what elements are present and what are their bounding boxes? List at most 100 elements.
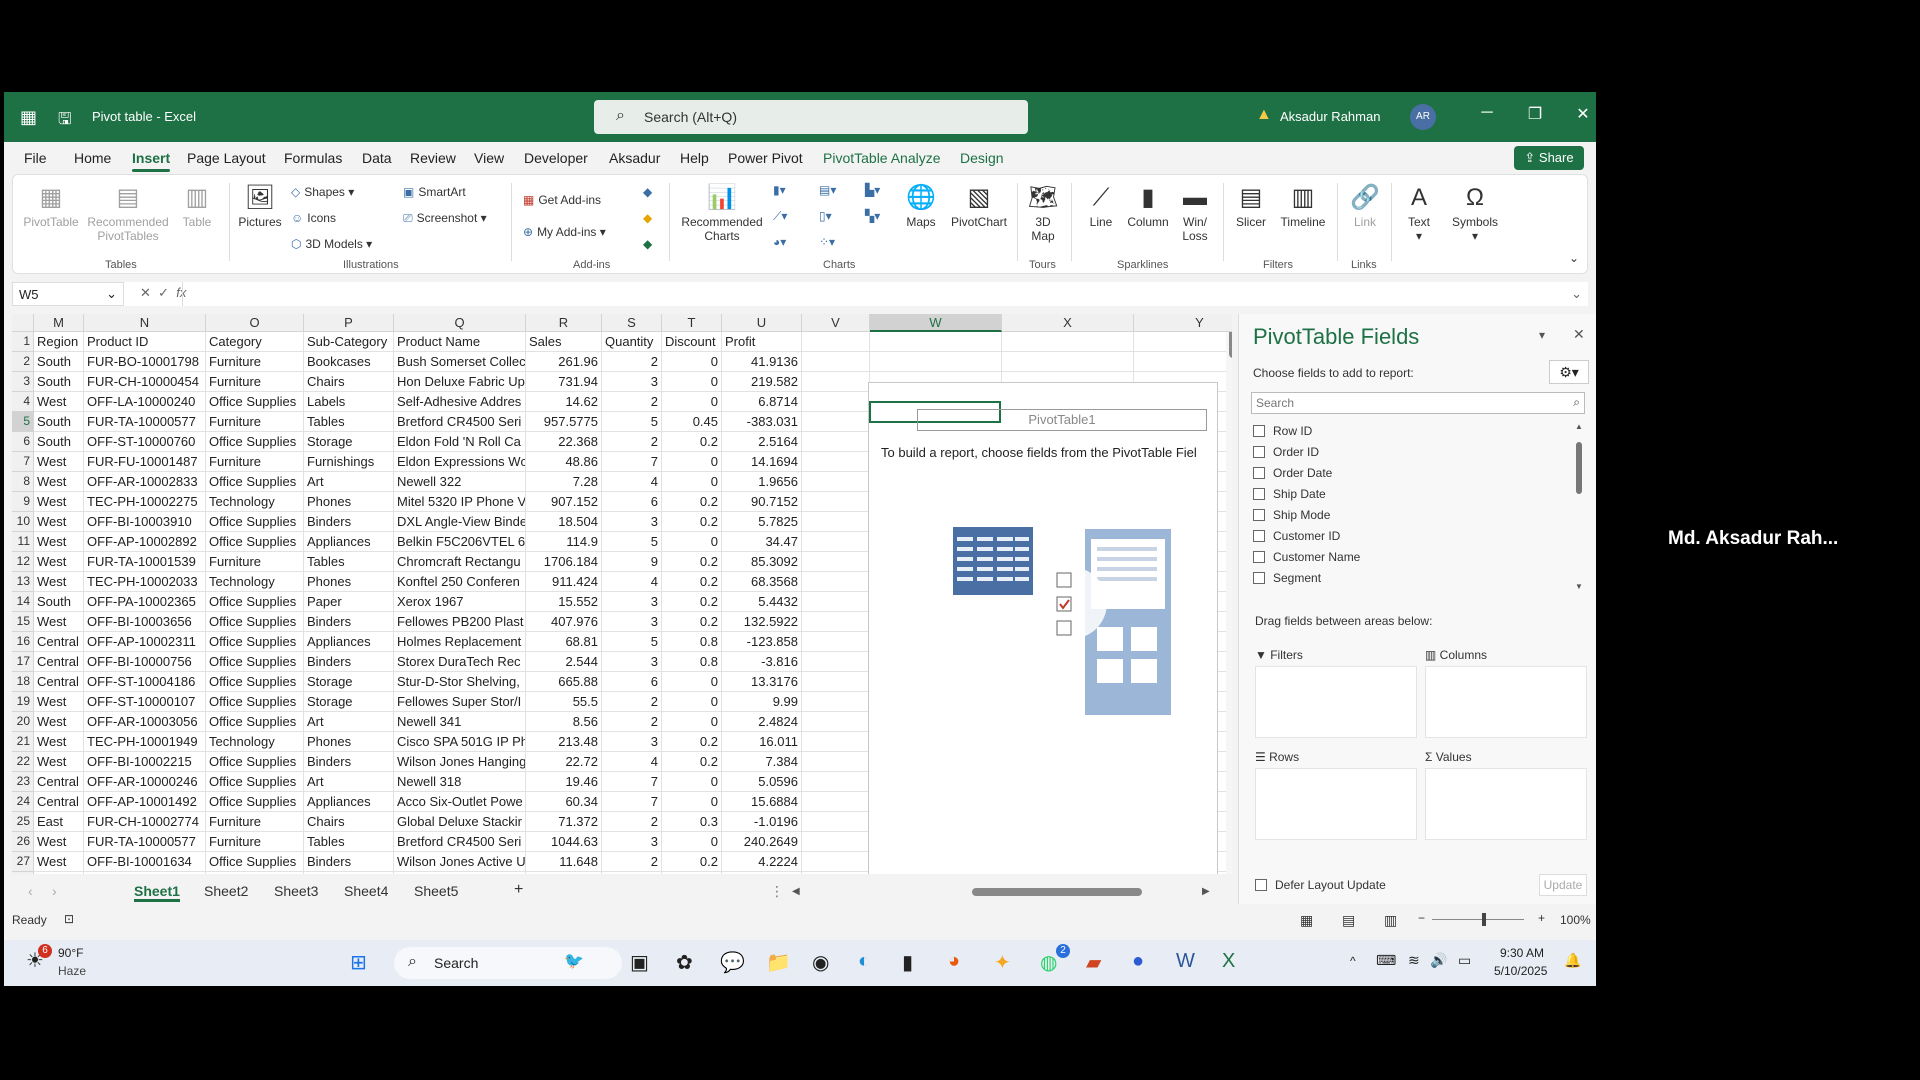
close-icon[interactable]: ✕ [1568,104,1596,124]
bar-chart-icon[interactable]: ▯▾ [819,209,836,223]
table-cell[interactable]: Appliances [304,532,394,552]
table-cell[interactable]: OFF-AP-10001492 [84,792,206,812]
sparkline-column-button[interactable]: ▮ Column [1123,183,1173,229]
table-cell[interactable]: FUR-TA-10001539 [84,552,206,572]
row-header[interactable]: 22 [12,752,34,772]
column-header[interactable]: Y [1134,314,1232,332]
scroll-right-icon[interactable]: ▶ [1202,886,1210,897]
table-cell[interactable]: OFF-AR-10000246 [84,772,206,792]
table-cell[interactable]: Eldon Fold 'N Roll Ca [394,432,526,452]
table-cell[interactable]: Technology [206,492,304,512]
field-search-input[interactable]: Search ⌕ [1251,392,1585,414]
table-cell[interactable] [722,872,802,874]
table-cell[interactable]: West [34,692,84,712]
table-cell[interactable] [802,512,870,532]
next-sheet-icon[interactable]: › [52,883,57,899]
table-cell[interactable]: Central [34,792,84,812]
restore-icon[interactable]: ❐ [1520,104,1550,124]
pivotchart-button[interactable]: ▧ PivotChart [947,183,1011,229]
table-cell[interactable]: 0.2 [662,592,722,612]
table-cell[interactable]: FUR-TA-10000577 [84,412,206,432]
table-cell[interactable] [1002,352,1134,372]
table-cell[interactable]: 2 [602,812,662,832]
table-cell[interactable]: Quantity [602,332,662,352]
table-cell[interactable]: Furniture [206,412,304,432]
normal-view-icon[interactable]: ▦ [1300,912,1313,929]
powerpoint-icon[interactable]: ▰ [1086,950,1101,975]
table-cell[interactable]: 0.2 [662,612,722,632]
table-cell[interactable]: West [34,832,84,852]
table-cell[interactable]: 5 [602,532,662,552]
clock-time[interactable]: 9:30 AM [1500,946,1544,960]
table-cell[interactable]: Phones [304,572,394,592]
table-cell[interactable] [1134,352,1232,372]
tab-split-icon[interactable]: ⋮ [770,883,784,900]
table-cell[interactable]: Office Supplies [206,512,304,532]
table-cell[interactable] [802,752,870,772]
filters-drop-area[interactable] [1255,666,1417,738]
table-cell[interactable]: Region [34,332,84,352]
table-cell[interactable]: West [34,752,84,772]
field-item[interactable]: Row ID [1253,424,1312,438]
table-cell[interactable]: OFF-BI-10003910 [84,512,206,532]
table-cell[interactable]: 261.96 [526,352,602,372]
collapse-ribbon-icon[interactable]: ⌄ [1569,251,1579,265]
sheet-tab-5[interactable]: Sheet5 [414,883,458,899]
table-cell[interactable]: Newell 322 [394,472,526,492]
firefox-icon[interactable]: ◕ [948,950,960,973]
table-cell[interactable] [602,872,662,874]
table-cell[interactable]: OFF-AP-10002311 [84,632,206,652]
table-cell[interactable]: Phones [304,492,394,512]
table-cell[interactable]: 731.94 [526,372,602,392]
panel-options-icon[interactable]: ▾ [1539,328,1545,342]
table-cell[interactable]: 4 [602,572,662,592]
columns-drop-area[interactable] [1425,666,1587,738]
table-cell[interactable] [870,332,1002,352]
table-cell[interactable]: 0.8 [662,632,722,652]
tab-review[interactable]: Review [410,150,456,166]
table-cell[interactable]: West [34,392,84,412]
table-cell[interactable] [802,672,870,692]
text-button[interactable]: A Text ▾ [1397,183,1441,243]
table-cell[interactable]: 0.2 [662,512,722,532]
table-cell[interactable]: Hon Deluxe Fabric Up [394,372,526,392]
accessibility-icon[interactable]: ⊡ [64,912,74,926]
tab-insert[interactable]: Insert [132,150,171,172]
table-cell[interactable] [394,872,526,874]
power-bi-icon[interactable]: ▮ [902,950,913,975]
table-cell[interactable]: Office Supplies [206,532,304,552]
table-cell[interactable]: 6 [602,672,662,692]
table-cell[interactable]: Storage [304,672,394,692]
table-cell[interactable]: 11.648 [526,852,602,872]
table-cell[interactable] [802,332,870,352]
table-cell[interactable]: 18.504 [526,512,602,532]
table-cell[interactable]: 0 [662,532,722,552]
table-cell[interactable]: Newell 341 [394,712,526,732]
table-cell[interactable]: South [34,372,84,392]
table-cell[interactable]: 665.88 [526,672,602,692]
table-cell[interactable]: 407.976 [526,612,602,632]
table-cell[interactable]: 85.3092 [722,552,802,572]
field-item[interactable]: Customer ID [1253,529,1340,543]
table-cell[interactable]: 15.6884 [722,792,802,812]
table-cell[interactable]: Sub-Category [304,332,394,352]
page-layout-view-icon[interactable]: ▤ [1342,912,1355,929]
field-list-scroll-thumb[interactable] [1576,442,1582,494]
screenshot-button[interactable]: ⎚ Screenshot ▾ [403,211,487,226]
table-cell[interactable]: 0 [662,832,722,852]
waterfall-chart-icon[interactable]: ▙▾ [865,183,884,197]
row-header[interactable]: 20 [12,712,34,732]
field-checkbox[interactable] [1253,446,1265,458]
pie-chart-icon[interactable]: ◕▾ [773,235,790,249]
table-cell[interactable]: 2.4824 [722,712,802,732]
table-cell[interactable]: Appliances [304,632,394,652]
table-cell[interactable] [802,372,870,392]
table-cell[interactable]: Central [34,632,84,652]
table-cell[interactable]: 1706.184 [526,552,602,572]
table-cell[interactable]: 911.424 [526,572,602,592]
vertical-scrollbar[interactable] [1226,314,1232,874]
table-cell[interactable]: Office Supplies [206,632,304,652]
table-cell[interactable]: Appliances [304,792,394,812]
table-cell[interactable]: 2 [602,392,662,412]
table-cell[interactable] [802,652,870,672]
